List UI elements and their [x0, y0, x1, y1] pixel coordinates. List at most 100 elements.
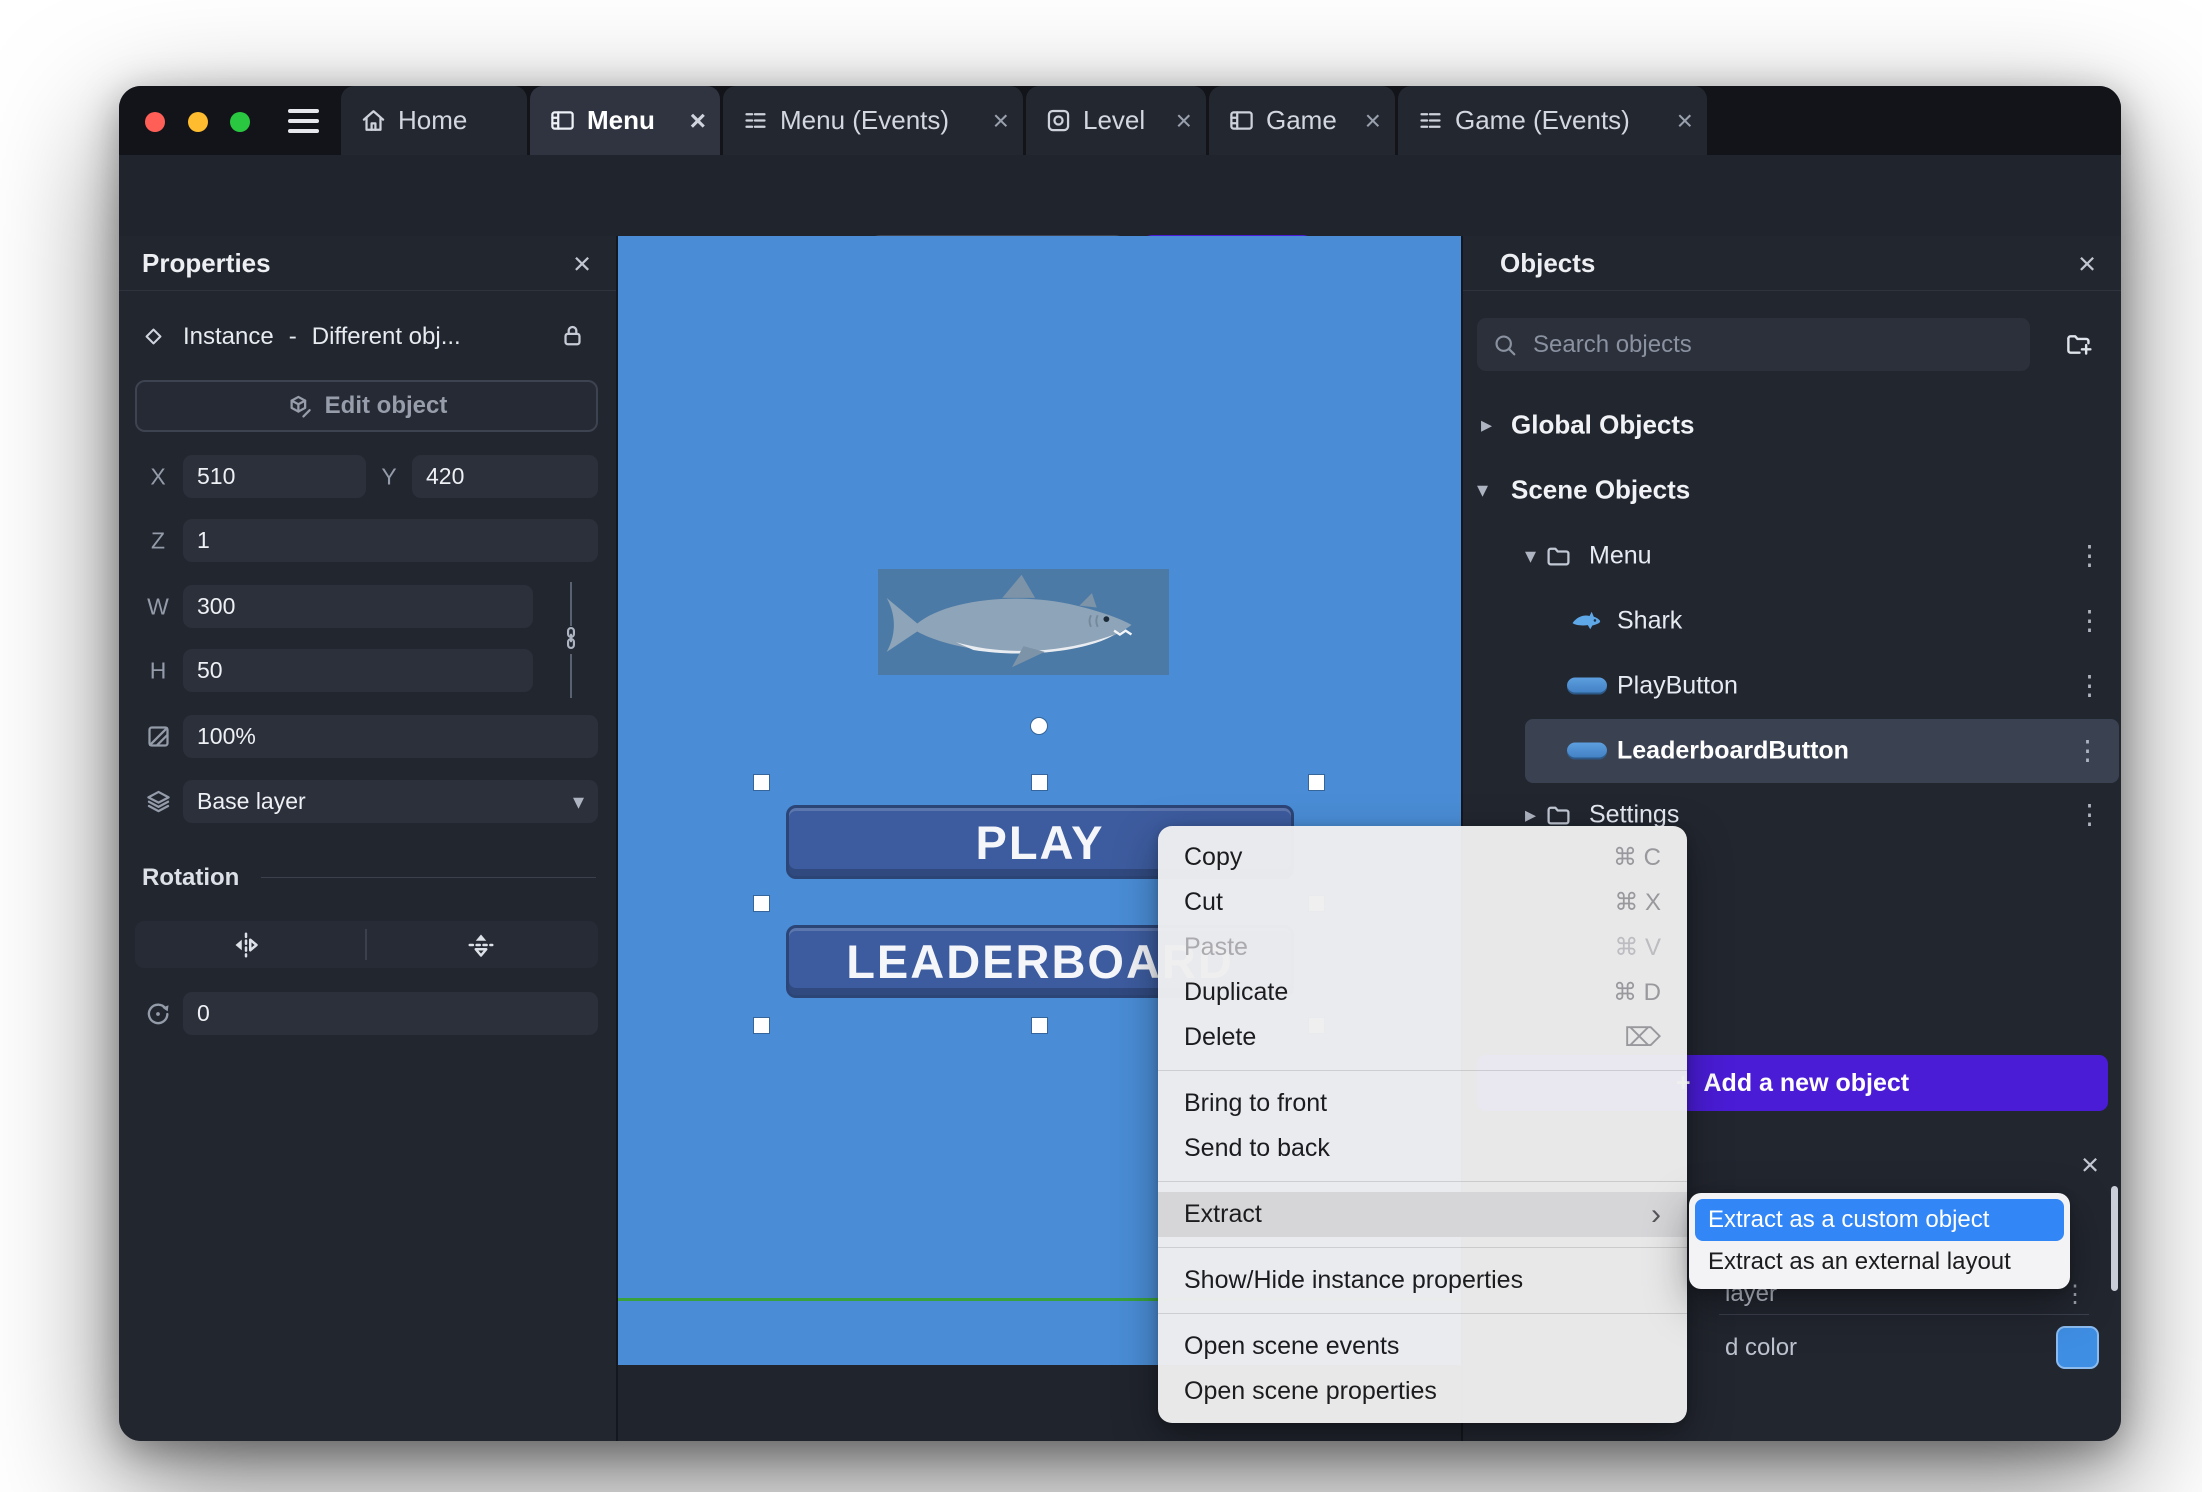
menu-item-bring-to-front[interactable]: Bring to front [1158, 1081, 1687, 1126]
tab-level[interactable]: Level × [1026, 86, 1206, 155]
row-more-icon[interactable]: ⋮ [2076, 606, 2104, 637]
tree-item-label: Shark [1617, 606, 1683, 635]
search-input[interactable] [1531, 329, 2015, 360]
menu-item-copy[interactable]: Copy ⌘ C [1158, 835, 1687, 880]
menu-item-label: Bring to front [1184, 1089, 1328, 1117]
row-more-icon[interactable]: ⋮ [2076, 800, 2104, 831]
close-tab-icon[interactable]: × [1677, 106, 1693, 135]
tree-item-label: PlayButton [1617, 671, 1738, 700]
rotation-handle[interactable] [1031, 718, 1047, 734]
flip-controls [135, 921, 598, 968]
hamburger-menu-icon[interactable] [288, 109, 319, 133]
color-swatch[interactable] [2056, 1326, 2099, 1369]
objects-header: Objects × [1463, 236, 2121, 291]
tree-row-shark[interactable]: Shark ⋮ [1463, 589, 2121, 653]
close-tab-icon[interactable]: × [1176, 106, 1192, 135]
scene-objects-row[interactable]: ▾ Scene Objects [1463, 458, 2121, 522]
submenu-item-extract-external-layout[interactable]: Extract as an external layout [1695, 1241, 2064, 1283]
selection-handle[interactable] [1309, 775, 1324, 790]
tab-game-events[interactable]: Game (Events) × [1398, 86, 1707, 155]
flip-vertical-icon[interactable] [466, 930, 496, 960]
menu-item-cut[interactable]: Cut ⌘ X [1158, 880, 1687, 925]
selection-handle[interactable] [754, 1018, 769, 1033]
menu-item-delete[interactable]: Delete ⌦ [1158, 1015, 1687, 1060]
rotation-section-title: Rotation [142, 864, 240, 891]
context-menu: Copy ⌘ C Cut ⌘ X Paste ⌘ V Duplicate ⌘ D… [1158, 826, 1687, 1423]
menu-item-send-to-back[interactable]: Send to back [1158, 1126, 1687, 1171]
search-box [1477, 318, 2030, 371]
menu-item-open-scene-events[interactable]: Open scene events [1158, 1324, 1687, 1369]
caret-right-icon[interactable]: ▸ [1525, 802, 1536, 828]
lock-icon[interactable] [559, 322, 586, 349]
tree-item-label: LeaderboardButton [1617, 736, 1849, 765]
layer-value: Base layer [197, 788, 306, 814]
edit-object-button[interactable]: Edit object [135, 380, 598, 432]
shark-sprite[interactable] [878, 569, 1169, 675]
tree-row-playbutton[interactable]: PlayButton ⋮ [1463, 654, 2121, 718]
height-input[interactable] [183, 649, 533, 692]
w-label: W [147, 593, 169, 620]
y-input[interactable] [412, 455, 598, 498]
tab-bar: Home Menu × Menu (Events) × Level × Game… [119, 86, 2121, 155]
selection-handle[interactable] [1032, 1018, 1047, 1033]
instance-diamond-icon [141, 324, 166, 349]
window-close-button[interactable] [145, 112, 165, 132]
tab-home[interactable]: Home [341, 86, 527, 155]
play-button-label: PLAY [975, 815, 1105, 869]
row-more-icon[interactable]: ⋮ [2074, 736, 2102, 767]
opacity-icon [145, 723, 172, 750]
z-input[interactable] [183, 519, 598, 562]
selection-handle[interactable] [1032, 775, 1047, 790]
layer-select[interactable]: Base layer ▾ [183, 780, 598, 823]
close-tab-icon[interactable]: × [690, 106, 706, 135]
layer-icon [145, 788, 172, 815]
x-input[interactable] [183, 455, 366, 498]
tree-row-menu-folder[interactable]: ▾ Menu ⋮ [1463, 524, 2121, 588]
menu-item-extract[interactable]: Extract › [1158, 1192, 1687, 1237]
caret-down-icon[interactable]: ▾ [1477, 477, 1488, 503]
row-more-icon[interactable]: ⋮ [2076, 671, 2104, 702]
menu-item-duplicate[interactable]: Duplicate ⌘ D [1158, 970, 1687, 1015]
chevron-down-icon: ▾ [572, 788, 584, 814]
close-panel-icon[interactable]: × [2067, 243, 2107, 283]
submenu-item-extract-custom-object[interactable]: Extract as a custom object [1695, 1199, 2064, 1241]
level-icon [1045, 107, 1072, 134]
close-panel-icon[interactable]: × [2070, 1145, 2110, 1185]
menu-item-label: Send to back [1184, 1134, 1330, 1162]
menu-separator [1158, 1181, 1687, 1182]
caret-right-icon[interactable]: ▸ [1481, 412, 1492, 438]
rotation-input[interactable] [183, 992, 598, 1035]
scene-icon [549, 107, 576, 134]
row-more-icon[interactable]: ⋮ [2076, 541, 2104, 572]
close-tab-icon[interactable]: × [1365, 106, 1381, 135]
menu-shortcut: ⌘ V [1614, 934, 1661, 961]
link-dimensions-icon[interactable] [558, 625, 584, 651]
tab-label: Menu (Events) [780, 105, 950, 135]
search-icon [1492, 332, 1518, 358]
h-label: H [149, 657, 167, 684]
folder-icon [1545, 543, 1572, 570]
selection-handle[interactable] [754, 896, 769, 911]
window-minimize-button[interactable] [188, 112, 208, 132]
new-folder-icon[interactable] [2065, 330, 2094, 359]
tab-game[interactable]: Game × [1209, 86, 1395, 155]
desktop-background: Home Menu × Menu (Events) × Level × Game… [0, 0, 2202, 1492]
width-input[interactable] [183, 585, 533, 628]
window-zoom-button[interactable] [230, 112, 250, 132]
tab-menu-events[interactable]: Menu (Events) × [723, 86, 1023, 155]
global-objects-row[interactable]: ▸ Global Objects [1463, 393, 2121, 457]
menu-separator [1158, 1247, 1687, 1248]
menu-item-show-hide-instance-properties[interactable]: Show/Hide instance properties [1158, 1258, 1687, 1303]
tree-row-leaderboardbutton-selected[interactable]: LeaderboardButton ⋮ [1525, 719, 2119, 783]
caret-down-icon[interactable]: ▾ [1525, 543, 1536, 569]
opacity-input[interactable] [183, 715, 598, 758]
tab-menu[interactable]: Menu × [530, 86, 720, 155]
instance-summary: Instance - Different obj... [183, 322, 461, 352]
scrollbar[interactable] [2111, 1186, 2118, 1291]
menu-item-label: Delete [1184, 1023, 1257, 1051]
selection-handle[interactable] [754, 775, 769, 790]
flip-horizontal-icon[interactable] [231, 930, 261, 960]
close-tab-icon[interactable]: × [993, 106, 1009, 135]
close-panel-icon[interactable]: × [562, 243, 602, 283]
menu-item-open-scene-properties[interactable]: Open scene properties [1158, 1369, 1687, 1414]
